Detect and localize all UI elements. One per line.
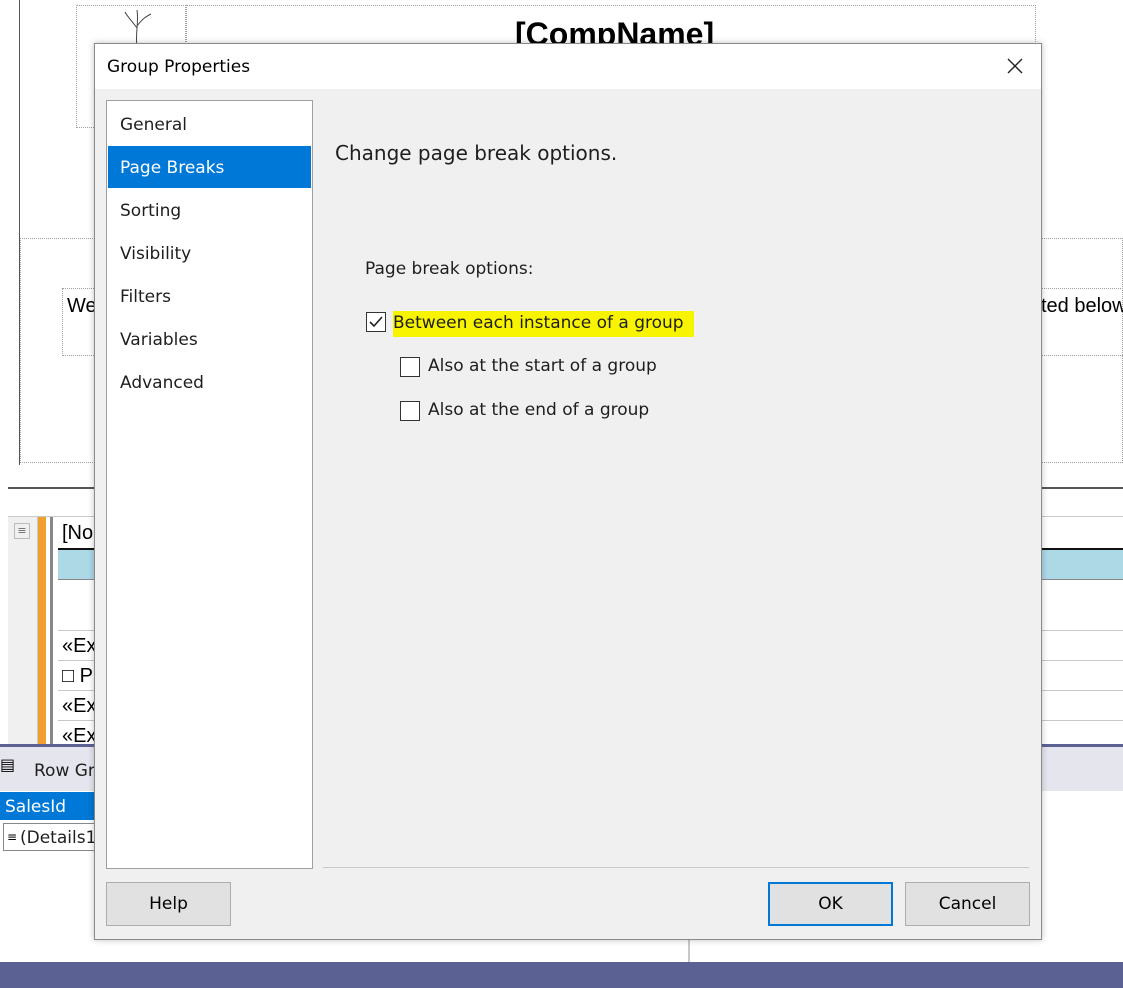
checkmark-icon: [369, 316, 383, 328]
group-bracket: [50, 517, 58, 747]
textbox-right[interactable]: ted below: [1040, 288, 1123, 356]
nav-item-page-breaks[interactable]: Page Breaks: [108, 146, 311, 188]
nav-item-sorting[interactable]: Sorting: [108, 189, 311, 231]
group-properties-dialog: Group Properties General Page Breaks Sor…: [94, 43, 1042, 940]
ok-button[interactable]: OK: [768, 882, 893, 926]
group-item-details[interactable]: (Details1) ≡: [3, 823, 103, 851]
checkbox-end-of-group[interactable]: [400, 401, 420, 421]
splitter-line: [688, 938, 690, 962]
details-icon: ≡: [7, 830, 18, 844]
option-between-each-instance-label: Between each instance of a group: [393, 311, 694, 337]
checkbox-start-of-group[interactable]: [400, 357, 420, 377]
option-start-of-group[interactable]: Also at the start of a group: [399, 353, 659, 381]
close-icon[interactable]: [1003, 54, 1027, 78]
tablix-header-text: [No: [62, 522, 94, 544]
button-separator: [323, 867, 1029, 868]
options-label: Page break options:: [365, 259, 534, 279]
option-start-of-group-label: Also at the start of a group: [428, 356, 657, 376]
nav-item-label: Variables: [120, 330, 198, 350]
group-item-salesid[interactable]: SalesId: [0, 792, 100, 820]
option-between-each-instance[interactable]: Between each instance of a group: [365, 308, 694, 338]
row-groups-icon: ▤: [0, 755, 16, 774]
group-indicator-bar: [38, 517, 46, 747]
dialog-titlebar: Group Properties: [95, 44, 1041, 89]
textbox-left-text: We: [67, 295, 97, 317]
row-handle-icon[interactable]: ≡: [14, 523, 30, 539]
page-heading: Change page break options.: [335, 141, 618, 165]
nav-item-filters[interactable]: Filters: [108, 275, 311, 317]
textbox-right-text: ted below: [1041, 295, 1123, 317]
tablix-row-2[interactable]: □ P: [62, 665, 93, 688]
row-groups-label: Row Gr: [34, 761, 95, 781]
help-button[interactable]: Help: [106, 882, 231, 926]
cancel-button[interactable]: Cancel: [905, 882, 1030, 926]
nav-item-general[interactable]: General: [108, 103, 311, 145]
group-item-salesid-label: SalesId: [5, 797, 67, 817]
logo-plant-icon: [124, 9, 152, 48]
tablix-row-handles: ≡: [8, 517, 38, 747]
nav-item-label: Filters: [120, 287, 171, 307]
checkbox-between-each-instance[interactable]: [366, 312, 386, 332]
nav-item-label: General: [120, 115, 187, 135]
group-item-details-label: (Details1): [20, 828, 104, 848]
option-end-of-group-label: Also at the end of a group: [428, 400, 650, 420]
dialog-title: Group Properties: [107, 57, 251, 77]
tablix-row-3[interactable]: «Ex: [62, 695, 96, 718]
status-bar: [0, 962, 1123, 988]
nav-item-visibility[interactable]: Visibility: [108, 232, 311, 274]
option-end-of-group[interactable]: Also at the end of a group: [399, 397, 659, 425]
nav-item-advanced[interactable]: Advanced: [108, 361, 311, 403]
tablix-row-1[interactable]: «Ex: [62, 635, 96, 658]
nav-list: General Page Breaks Sorting Visibility F…: [106, 100, 313, 869]
nav-item-variables[interactable]: Variables: [108, 318, 311, 360]
nav-item-label: Visibility: [120, 244, 192, 264]
nav-item-label: Page Breaks: [120, 158, 225, 178]
nav-item-label: Advanced: [120, 373, 204, 393]
nav-item-label: Sorting: [120, 201, 182, 221]
